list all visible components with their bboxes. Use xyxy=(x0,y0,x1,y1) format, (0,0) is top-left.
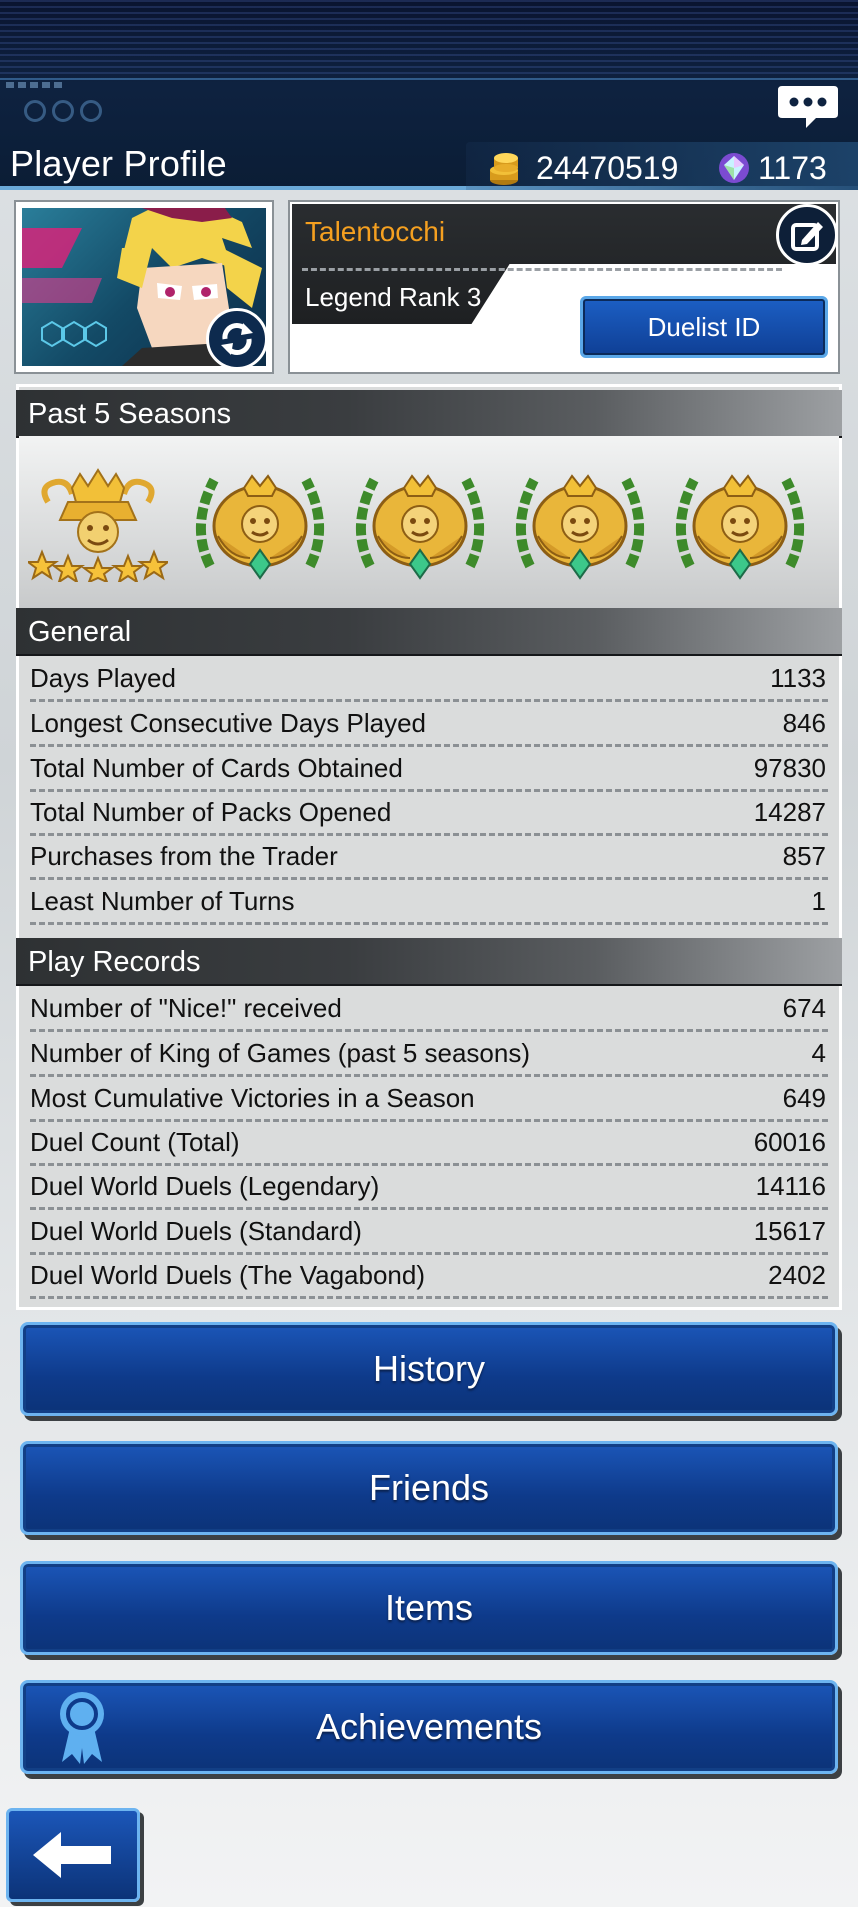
header-dot-decoration xyxy=(24,100,102,122)
page-title: Player Profile xyxy=(10,143,227,184)
stat-label: Total Number of Packs Opened xyxy=(30,797,392,827)
play-records-header: Play Records xyxy=(16,938,842,986)
stat-label: Least Number of Turns xyxy=(30,886,295,916)
stat-value: 674 xyxy=(782,993,826,1023)
stat-row-cards-obtained: Total Number of Cards Obtained 97830 xyxy=(30,748,828,792)
legend-medal-icon xyxy=(676,474,804,580)
stat-value: 2402 xyxy=(768,1260,826,1290)
stat-row-most-victories: Most Cumulative Victories in a Season 64… xyxy=(30,1078,828,1122)
stat-value: 846 xyxy=(782,708,826,738)
items-button[interactable]: Items xyxy=(20,1561,838,1655)
legend-medal-icon xyxy=(516,474,644,580)
legend-medal-icon xyxy=(196,474,324,580)
edit-profile-button[interactable] xyxy=(776,204,838,266)
stat-label: Duel World Duels (Legendary) xyxy=(30,1171,380,1201)
stat-row-least-turns: Least Number of Turns 1 xyxy=(30,881,828,925)
header-square-decoration xyxy=(6,82,62,88)
stat-label: Number of King of Games (past 5 seasons) xyxy=(30,1038,531,1068)
back-button[interactable] xyxy=(6,1808,140,1902)
gem-icon xyxy=(719,153,749,183)
player-name: Talentocchi xyxy=(305,216,446,247)
stat-value: 1133 xyxy=(770,663,826,693)
general-header: General xyxy=(16,608,842,656)
stat-label: Longest Consecutive Days Played xyxy=(30,708,427,738)
stat-value: 60016 xyxy=(753,1127,826,1157)
stat-row-packs-opened: Total Number of Packs Opened 14287 xyxy=(30,792,828,836)
name-divider xyxy=(302,268,782,271)
stat-row-duel-count: Duel Count (Total) 60016 xyxy=(30,1122,828,1166)
stat-row-king-of-games: Number of King of Games (past 5 seasons)… xyxy=(30,1033,828,1077)
stat-row-trader-purchases: Purchases from the Trader 857 xyxy=(30,836,828,880)
rank-label: Legend Rank 3 xyxy=(305,282,482,312)
stat-label: Duel World Duels (The Vagabond) xyxy=(30,1260,426,1290)
gold-coin-icon xyxy=(490,153,518,185)
stat-label: Number of "Nice!" received xyxy=(30,993,342,1023)
stat-label: Most Cumulative Victories in a Season xyxy=(30,1083,475,1113)
back-arrow-icon xyxy=(33,1832,111,1878)
stat-label: Duel Count (Total) xyxy=(30,1127,240,1157)
stat-value: 14116 xyxy=(755,1171,826,1201)
stat-value: 14287 xyxy=(753,797,826,827)
stat-row-legendary-duels: Duel World Duels (Legendary) 14116 xyxy=(30,1166,828,1210)
gold-amount: 24470519 xyxy=(536,150,679,186)
stat-value: 4 xyxy=(811,1038,826,1068)
stat-value: 97830 xyxy=(753,753,826,783)
past-seasons-header: Past 5 Seasons xyxy=(16,390,842,438)
duelist-id-button[interactable]: Duelist ID xyxy=(580,296,828,358)
stat-row-vagabond-duels: Duel World Duels (The Vagabond) 2402 xyxy=(30,1255,828,1299)
award-ribbon-icon xyxy=(60,1692,104,1764)
header-stripes xyxy=(0,0,858,80)
legend-medal-icon xyxy=(356,474,484,580)
stat-value: 1 xyxy=(811,886,826,916)
stat-value: 649 xyxy=(782,1083,826,1113)
stat-row-nice-received: Number of "Nice!" received 674 xyxy=(30,988,828,1032)
chat-bubble-icon[interactable] xyxy=(776,82,840,132)
stat-label: Duel World Duels (Standard) xyxy=(30,1216,362,1246)
friends-button[interactable]: Friends xyxy=(20,1441,838,1535)
achievements-button[interactable]: Achievements xyxy=(20,1680,838,1774)
header-circuit-decoration xyxy=(0,78,858,138)
history-button[interactable]: History xyxy=(20,1322,838,1416)
stat-row-days-played: Days Played 1133 xyxy=(30,658,828,702)
stat-label: Days Played xyxy=(30,663,176,693)
edit-icon xyxy=(791,222,823,251)
change-avatar-button[interactable] xyxy=(206,308,268,370)
stat-row-longest-consecutive-days: Longest Consecutive Days Played 846 xyxy=(30,703,828,747)
refresh-icon xyxy=(221,323,253,355)
stat-label: Total Number of Cards Obtained xyxy=(30,753,403,783)
stat-label: Purchases from the Trader xyxy=(30,841,338,871)
stat-row-standard-duels: Duel World Duels (Standard) 15617 xyxy=(30,1211,828,1255)
gem-amount: 1173 xyxy=(758,150,827,186)
king-of-games-medal-icon xyxy=(28,468,168,582)
stat-value: 857 xyxy=(782,841,826,871)
stat-value: 15617 xyxy=(753,1216,826,1246)
